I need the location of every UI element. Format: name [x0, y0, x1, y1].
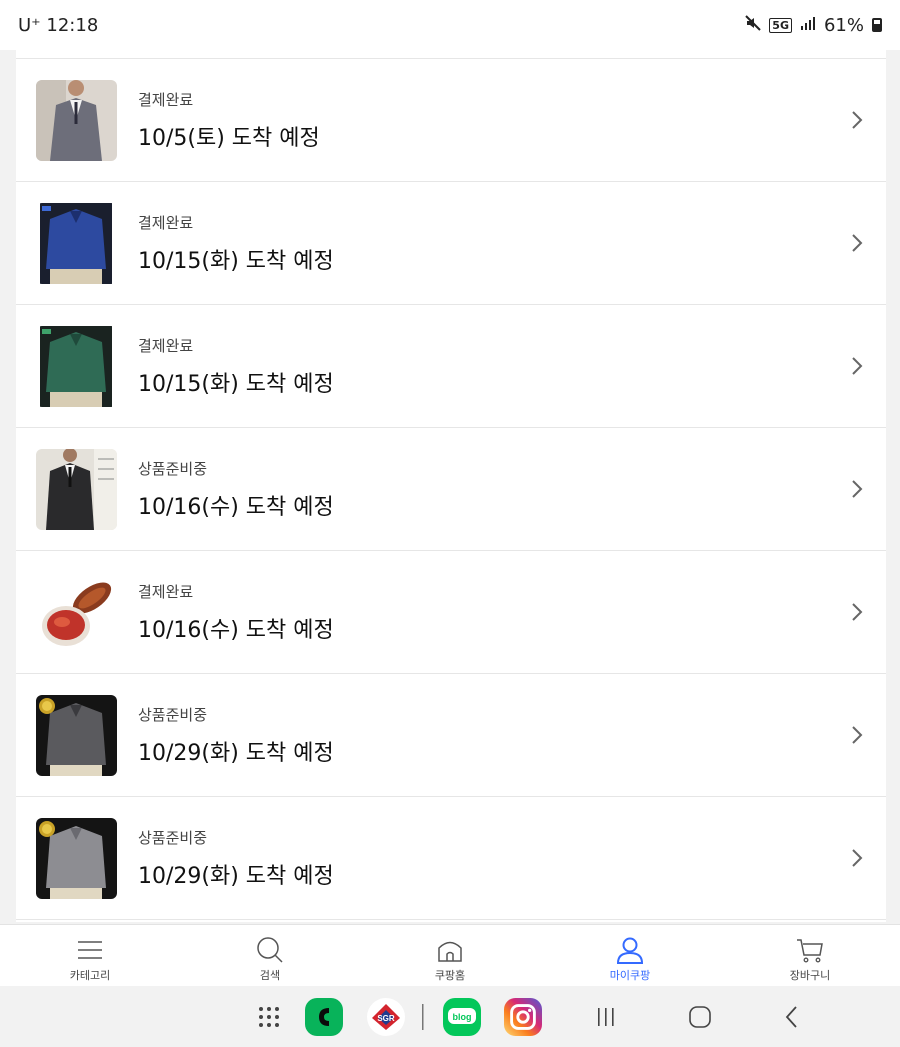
blog-app-icon[interactable]: blog: [443, 998, 481, 1036]
order-info: 결제완료 10/16(수) 도착 예정: [138, 581, 334, 644]
signal-icon: [800, 16, 816, 34]
suit-black-image: [36, 448, 117, 530]
arrival-date: 10/29(화) 도착 예정: [138, 740, 334, 766]
order-row[interactable]: 결제완료 10/15(화) 도착 예정: [16, 305, 886, 428]
battery-percent: 61%: [823, 14, 864, 36]
tab-label: 검색: [259, 969, 281, 982]
home-button-icon[interactable]: [681, 998, 719, 1036]
order-info: 상품준비중 10/16(수) 도착 예정: [138, 458, 334, 521]
tab-home[interactable]: 쿠팡홈: [360, 925, 540, 986]
kimchi-dish-image: [36, 571, 117, 653]
tab-label: 마이쿠팡: [609, 969, 651, 982]
order-info: 상품준비중 10/29(화) 도착 예정: [138, 704, 334, 767]
tab-search[interactable]: 검색: [180, 925, 360, 986]
carrier-time: U⁺ 12:18: [18, 14, 99, 36]
order-row[interactable]: 상품준비중 10/29(화) 도착 예정: [16, 797, 886, 920]
product-thumbnail[interactable]: [36, 202, 117, 284]
arrival-date: 10/16(수) 도착 예정: [138, 617, 334, 643]
order-row[interactable]: 결제완료 10/5(토) 도착 예정: [16, 59, 886, 182]
order-status: 결제완료: [138, 213, 194, 232]
arrival-date: 10/5(토) 도착 예정: [138, 125, 320, 151]
recent-apps-icon[interactable]: [587, 998, 625, 1036]
home-icon: [438, 941, 462, 962]
tab-label: 카테고리: [69, 969, 111, 982]
sgr-app-label: SGR: [377, 1014, 395, 1023]
chevron-right-icon[interactable]: [850, 848, 864, 868]
battery-icon: [872, 18, 882, 32]
tab-label: 쿠팡홈: [434, 969, 466, 982]
network-5g-icon: 5G: [769, 17, 792, 33]
tab-label: 장바구니: [789, 969, 831, 982]
order-info: 상품준비중 10/29(화) 도착 예정: [138, 827, 334, 890]
menu-icon: [78, 941, 102, 959]
bottom-tab-bar: 카테고리 검색 쿠팡홈 마이쿠팡 장바구니: [0, 924, 900, 986]
order-row[interactable]: 상품준비중 10/29(화) 도착 예정: [16, 674, 886, 797]
order-info: 결제완료 10/15(화) 도착 예정: [138, 335, 334, 398]
order-list[interactable]: 결제완료 10/5(토) 도착 예정 결제완료 10/15(화) 도착 예정 결…: [16, 38, 886, 922]
product-thumbnail[interactable]: [36, 79, 117, 161]
chevron-right-icon[interactable]: [850, 356, 864, 376]
chevron-right-icon[interactable]: [850, 725, 864, 745]
status-icons: 5G 61%: [745, 15, 882, 36]
divider: [413, 998, 433, 1036]
product-thumbnail[interactable]: [36, 448, 117, 530]
shirt-light-gray-image: [36, 817, 117, 899]
order-row[interactable]: 결제완료 10/16(수) 도착 예정: [16, 551, 886, 674]
tab-cart[interactable]: 장바구니: [720, 925, 900, 986]
order-row[interactable]: 상품준비중 10/16(수) 도착 예정: [16, 428, 886, 551]
shirt-dark-gray-image: [36, 694, 117, 776]
order-info: 결제완료 10/5(토) 도착 예정: [138, 89, 320, 152]
sgr-app-icon[interactable]: SGR: [367, 998, 405, 1036]
shirt-blue-image: [36, 202, 117, 284]
order-status: 상품준비중: [138, 459, 208, 478]
system-nav-bar: SGR blog: [0, 986, 900, 1047]
product-thumbnail[interactable]: [36, 817, 117, 899]
arrival-date: 10/15(화) 도착 예정: [138, 371, 334, 397]
order-status: 결제완료: [138, 90, 194, 109]
search-icon: [257, 937, 283, 963]
chevron-right-icon[interactable]: [850, 110, 864, 130]
shirt-green-image: [36, 325, 117, 407]
back-icon[interactable]: [773, 998, 811, 1036]
chevron-right-icon[interactable]: [850, 602, 864, 622]
tab-category[interactable]: 카테고리: [0, 925, 180, 986]
user-icon: [616, 937, 644, 964]
product-thumbnail[interactable]: [36, 571, 117, 653]
order-status: 결제완료: [138, 336, 194, 355]
order-status: 상품준비중: [138, 705, 208, 724]
order-status: 상품준비중: [138, 828, 208, 847]
instagram-app-icon[interactable]: [504, 998, 542, 1036]
phone-app-icon[interactable]: [305, 998, 343, 1036]
order-row[interactable]: 결제완료 10/15(화) 도착 예정: [16, 182, 886, 305]
product-thumbnail[interactable]: [36, 694, 117, 776]
chevron-right-icon[interactable]: [850, 233, 864, 253]
tab-my-coupang[interactable]: 마이쿠팡: [540, 925, 720, 986]
cart-icon: [797, 939, 823, 963]
suit-gray-image: [36, 79, 117, 161]
order-info: 결제완료 10/15(화) 도착 예정: [138, 212, 334, 275]
order-status: 결제완료: [138, 582, 194, 601]
arrival-date: 10/29(화) 도착 예정: [138, 863, 334, 889]
arrival-date: 10/16(수) 도착 예정: [138, 494, 334, 520]
arrival-date: 10/15(화) 도착 예정: [138, 248, 334, 274]
app-drawer-icon[interactable]: [250, 998, 288, 1036]
product-thumbnail[interactable]: [36, 325, 117, 407]
list-top-edge: [16, 38, 886, 59]
chevron-right-icon[interactable]: [850, 479, 864, 499]
mute-icon: [745, 15, 762, 35]
blog-app-label: blog: [453, 1012, 472, 1022]
